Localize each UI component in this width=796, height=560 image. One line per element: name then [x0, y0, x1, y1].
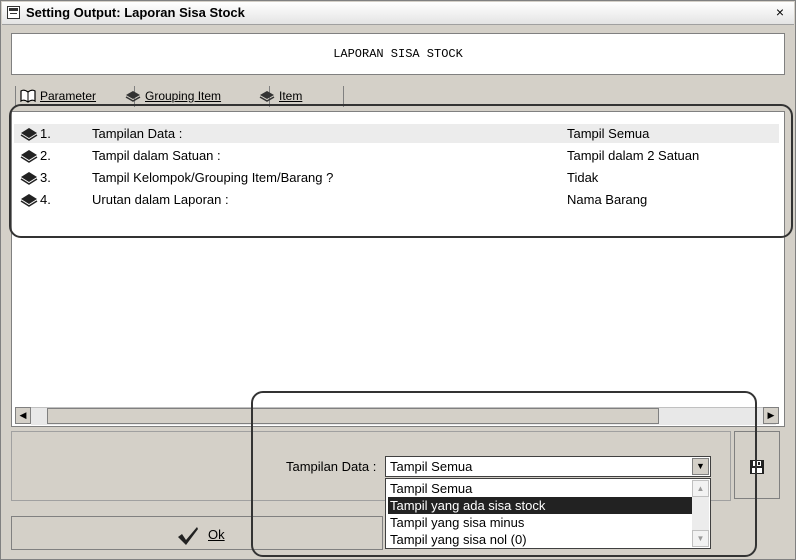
tab-item[interactable]: Item: [255, 86, 344, 107]
dropdown-option[interactable]: Tampil yang sisa minus: [388, 514, 694, 531]
row-label: Tampil dalam Satuan :: [92, 148, 221, 163]
row-number: 3.: [40, 170, 51, 185]
row-label: Urutan dalam Laporan :: [92, 192, 229, 207]
window-title: Setting Output: Laporan Sisa Stock: [26, 5, 245, 20]
open-book-icon: [20, 89, 36, 103]
dialog-window: Setting Output: Laporan Sisa Stock × LAP…: [0, 0, 796, 560]
row-number: 4.: [40, 192, 51, 207]
horizontal-scrollbar[interactable]: [31, 407, 776, 425]
select-value: Tampil Semua: [390, 459, 473, 474]
title-bar: Setting Output: Laporan Sisa Stock ×: [2, 2, 794, 25]
scroll-left-button[interactable]: ◀: [15, 407, 31, 424]
books-icon: [259, 91, 275, 102]
tab-grouping-item[interactable]: Grouping Item: [121, 86, 270, 107]
row-label: Tampilan Data :: [92, 126, 183, 141]
row-number: 2.: [40, 148, 51, 163]
tab-parameter[interactable]: Parameter: [15, 86, 135, 107]
parameter-list: 1. Tampilan Data : Tampil Semua 2. Tampi…: [11, 111, 785, 427]
dropdown-scrollbar[interactable]: ▲ ▼: [692, 480, 709, 547]
parameter-row[interactable]: 2. Tampil dalam Satuan : Tampil dalam 2 …: [14, 146, 779, 165]
row-value: Nama Barang: [567, 192, 648, 207]
floppy-disk-icon: [750, 460, 764, 474]
tampilan-data-dropdown: Tampil Semua Tampil yang ada sisa stock …: [385, 478, 711, 549]
row-value: Tidak: [567, 170, 599, 185]
book-icon: [20, 194, 38, 207]
books-icon: [125, 91, 141, 102]
parameter-row[interactable]: 3. Tampil Kelompok/Grouping Item/Barang …: [14, 168, 779, 187]
ok-button[interactable]: Ok: [11, 516, 383, 550]
chevron-down-icon[interactable]: ▼: [692, 458, 709, 475]
book-icon: [20, 150, 38, 163]
row-value: Tampil Semua: [567, 126, 650, 141]
row-number: 1.: [40, 126, 51, 141]
window-icon: [7, 6, 20, 19]
tab-label: Grouping Item: [145, 89, 222, 103]
tampilan-data-select[interactable]: Tampil Semua ▼: [385, 456, 711, 477]
scroll-up-icon[interactable]: ▲: [692, 480, 709, 497]
scroll-thumb[interactable]: [47, 408, 659, 424]
scroll-right-button[interactable]: ▶: [763, 407, 779, 424]
parameter-row[interactable]: 4. Urutan dalam Laporan : Nama Barang: [14, 190, 779, 209]
book-icon: [20, 128, 38, 141]
save-button[interactable]: [734, 431, 780, 499]
checkmark-icon: [178, 527, 198, 545]
ok-label: Ok: [208, 527, 225, 542]
row-label: Tampil Kelompok/Grouping Item/Barang ?: [92, 170, 334, 185]
dropdown-option-highlighted[interactable]: Tampil yang ada sisa stock: [388, 497, 694, 514]
scroll-down-icon[interactable]: ▼: [692, 530, 709, 547]
parameter-row[interactable]: 1. Tampilan Data : Tampil Semua: [14, 124, 779, 143]
dropdown-option[interactable]: Tampil yang sisa nol (0): [388, 531, 694, 548]
dropdown-option[interactable]: Tampil Semua: [388, 480, 694, 497]
row-value: Tampil dalam 2 Satuan: [567, 148, 700, 163]
tab-label: Item: [279, 89, 303, 103]
editor-label: Tampilan Data :: [286, 459, 377, 474]
book-icon: [20, 172, 38, 185]
tab-label: Parameter: [40, 89, 97, 103]
close-button[interactable]: ×: [772, 4, 788, 20]
report-title: LAPORAN SISA STOCK: [11, 33, 785, 75]
